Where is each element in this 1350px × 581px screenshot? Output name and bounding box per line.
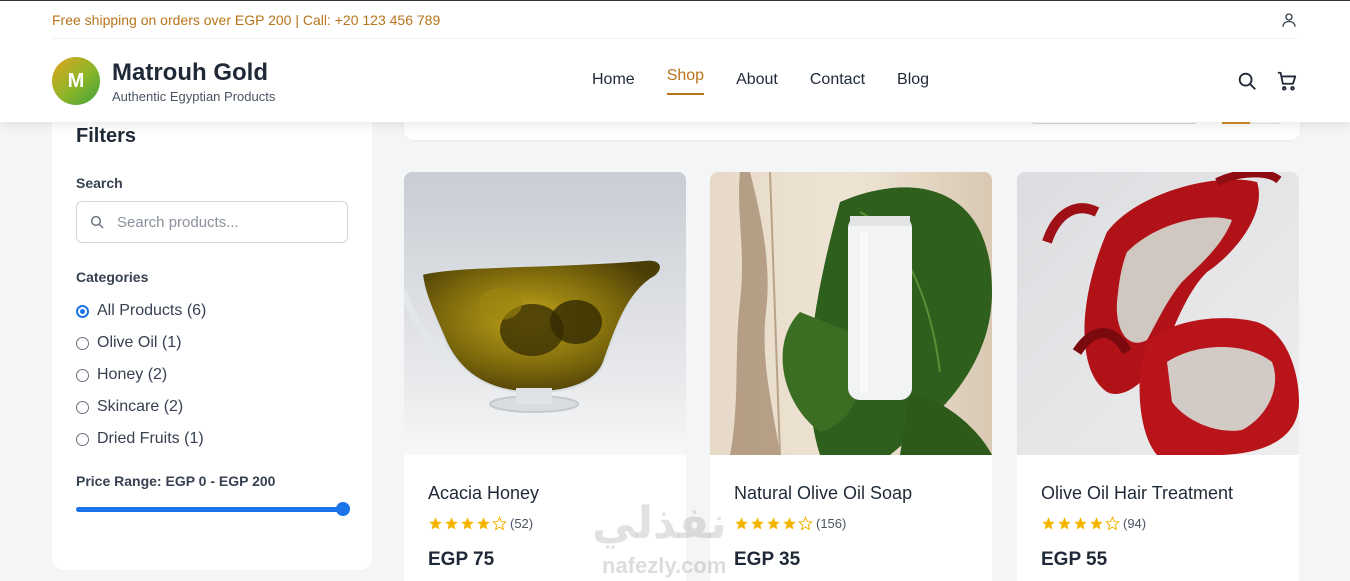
category-label: Honey (2) — [97, 366, 168, 383]
categories-label: Categories — [76, 269, 149, 285]
shipping-notice: Free shipping on orders over EGP 200 | C… — [52, 11, 441, 28]
nav-blog[interactable]: Blog — [897, 71, 929, 95]
category-label: Olive Oil (1) — [97, 334, 182, 351]
radio-button[interactable] — [76, 368, 89, 382]
category-all[interactable]: All Products (6) — [76, 295, 206, 327]
filters-title: Filters — [76, 125, 137, 147]
search-icon — [90, 215, 104, 229]
star-empty-icon — [798, 516, 813, 531]
review-count: (94) — [1123, 516, 1147, 531]
star-filled-icon — [1090, 517, 1103, 530]
nav-about[interactable]: About — [736, 71, 778, 95]
star-filled-icon — [735, 517, 748, 530]
search-box[interactable] — [76, 201, 348, 243]
product-name[interactable]: Olive Oil Hair Treatment — [1041, 483, 1299, 504]
brand[interactable]: M Matrouh Gold Authentic Egyptian Produc… — [52, 57, 275, 105]
search-input[interactable] — [117, 213, 337, 231]
product-image[interactable] — [1017, 172, 1299, 455]
nav-shop[interactable]: Shop — [666, 67, 705, 95]
nav-home[interactable]: Home — [592, 71, 635, 95]
product-image[interactable] — [404, 172, 686, 455]
rating-stars — [1041, 516, 1120, 531]
category-olive-oil[interactable]: Olive Oil (1) — [76, 327, 206, 359]
site-header: Free shipping on orders over EGP 200 | C… — [0, 0, 1350, 122]
brand-name[interactable]: Matrouh Gold — [112, 59, 275, 87]
watermark: نفذلي — [592, 499, 727, 548]
star-filled-icon — [767, 517, 780, 530]
slider-thumb[interactable] — [336, 502, 350, 516]
brand-logo[interactable]: M — [52, 57, 100, 105]
star-filled-icon — [461, 517, 474, 530]
product-name[interactable]: Natural Olive Oil Soap — [734, 483, 992, 504]
star-filled-icon — [1058, 517, 1071, 530]
product-price: EGP 35 — [734, 549, 801, 570]
star-filled-icon — [477, 517, 490, 530]
watermark-url: nafezly.com — [602, 553, 727, 578]
slider-track — [76, 507, 348, 512]
category-list: All Products (6) Olive Oil (1) Honey (2)… — [76, 295, 206, 455]
star-empty-icon — [1105, 516, 1120, 531]
top-bar: Free shipping on orders over EGP 200 | C… — [52, 1, 1298, 39]
star-filled-icon — [783, 517, 796, 530]
radio-button[interactable] — [76, 432, 89, 446]
cart-icon[interactable] — [1276, 70, 1298, 92]
search-icon[interactable] — [1236, 70, 1258, 92]
radio-button[interactable] — [76, 336, 89, 350]
category-label: All Products (6) — [97, 302, 207, 319]
review-count: (156) — [816, 516, 847, 531]
price-range-label: Price Range: EGP 0 - EGP 200 — [76, 473, 276, 489]
filters-panel: Filters Search Categories All Products (… — [52, 100, 372, 570]
category-honey[interactable]: Honey (2) — [76, 359, 206, 391]
nav-contact[interactable]: Contact — [810, 71, 865, 95]
star-filled-icon — [429, 517, 442, 530]
product-price: EGP 55 — [1041, 549, 1108, 570]
search-label: Search — [76, 175, 123, 191]
radio-button[interactable] — [76, 400, 89, 414]
product-card[interactable]: Natural Olive Oil Soap (156) EGP 35 — [710, 172, 992, 581]
header-actions — [1236, 70, 1298, 92]
star-filled-icon — [445, 517, 458, 530]
product-card[interactable]: Olive Oil Hair Treatment (94) EGP 55 — [1017, 172, 1299, 581]
brand-tagline: Authentic Egyptian Products — [112, 88, 276, 104]
star-filled-icon — [751, 517, 764, 530]
product-image[interactable] — [710, 172, 992, 455]
star-filled-icon — [1042, 517, 1055, 530]
user-icon[interactable] — [1280, 11, 1298, 29]
star-empty-icon — [492, 516, 507, 531]
radio-button[interactable] — [76, 304, 89, 318]
category-skincare[interactable]: Skincare (2) — [76, 391, 206, 423]
product-rating: (94) — [1041, 516, 1299, 531]
rating-stars — [428, 516, 507, 531]
price-range-slider[interactable] — [76, 502, 350, 516]
main-nav: Home Shop About Contact Blog — [592, 67, 929, 95]
category-dried-fruits[interactable]: Dried Fruits (1) — [76, 423, 206, 455]
star-filled-icon — [1074, 517, 1087, 530]
product-rating: (156) — [734, 516, 992, 531]
category-label: Dried Fruits (1) — [97, 430, 204, 447]
review-count: (52) — [510, 516, 534, 531]
rating-stars — [734, 516, 813, 531]
category-label: Skincare (2) — [97, 398, 184, 415]
